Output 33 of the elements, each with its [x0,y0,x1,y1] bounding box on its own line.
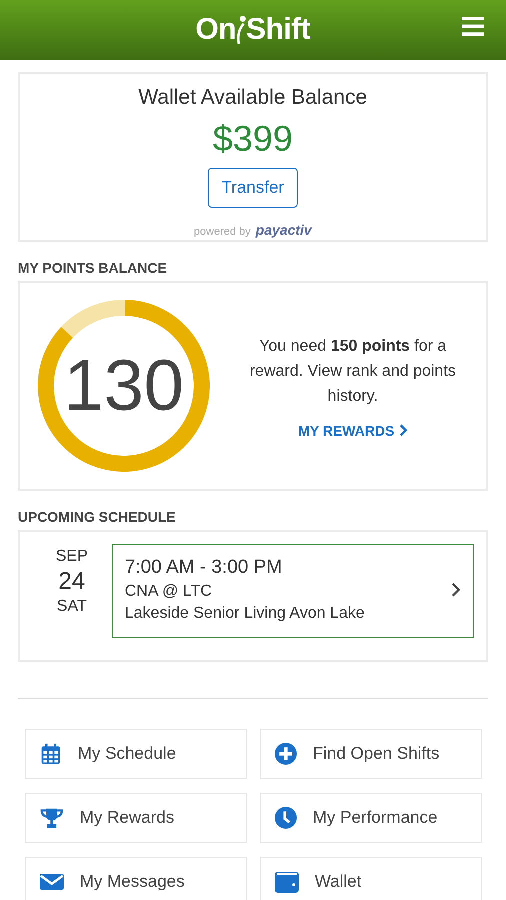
section-heading: MY POINTS BALANCE [18,260,168,276]
menu-tile[interactable]: My Rewards [25,793,247,843]
menu-tile[interactable]: My Messages [25,857,247,900]
powered-by-text: powered by [194,226,251,238]
trophy-icon [40,807,64,829]
shift-card[interactable]: 7:00 AM - 3:00 PM CNA @ LTC Lakeside Senior Living Avon Lake [112,544,474,638]
date-month: SEP [56,548,88,566]
points-value: 130 [64,350,184,422]
points-description: You need 150 points for a reward. View rank and points history. [248,336,458,406]
clock-icon [275,807,297,829]
shift-time: 7:00 AM - 3:00 PM [125,557,284,579]
wallet-icon [275,871,299,893]
calendar-icon [40,743,62,765]
chevron-right-icon [398,424,408,437]
shift-role: CNA @ LTC [125,583,214,601]
shift-location: Lakeside Senior Living Avon Lake [125,605,366,623]
envelope-icon [40,873,64,891]
menu-tile[interactable]: My Performance [260,793,482,843]
wallet-title: Wallet Available Balance [138,86,368,110]
menu-icon[interactable] [462,17,484,36]
menu-tile[interactable]: My Schedule [25,729,247,779]
menu-tile[interactable]: Wallet [260,857,482,900]
logo: On Shift [196,13,310,47]
plus-circle-icon [275,743,297,765]
transfer-button[interactable]: Transfer [208,168,298,208]
chevron-right-icon [451,582,461,598]
my-rewards-link[interactable]: MY REWARDS [298,422,408,438]
date-weekday: SAT [57,598,87,616]
wallet-balance: $399 [212,118,294,160]
provider-logo: payactiv [256,222,312,238]
menu-tile[interactable]: Find Open Shifts [260,729,482,779]
date-day: 24 [58,568,86,596]
section-heading: UPCOMING SCHEDULE [18,509,177,525]
